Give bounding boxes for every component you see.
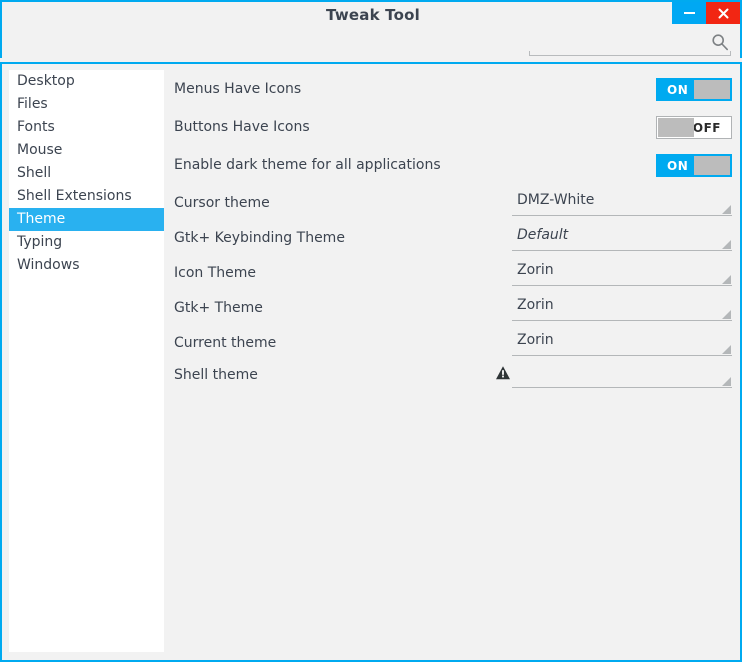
combo-value: Zorin xyxy=(517,332,554,348)
tweak-tool-window: Tweak Tool Desktop Files Fonts xyxy=(0,0,742,662)
sidebar-item-desktop[interactable]: Desktop xyxy=(9,70,164,93)
combo-underline xyxy=(512,387,732,388)
setting-row-gtk-keybinding-theme: Gtk+ Keybinding Theme Default xyxy=(165,223,740,255)
warning-triangle-icon xyxy=(495,365,511,381)
setting-label: Gtk+ Theme xyxy=(174,300,263,316)
combo-underline xyxy=(512,355,732,356)
combo-gtk-keybinding-theme[interactable]: Default xyxy=(512,225,732,251)
setting-row-cursor-theme: Cursor theme DMZ-White xyxy=(165,188,740,220)
toggle-menus-have-icons[interactable]: ON xyxy=(656,78,732,101)
setting-label: Current theme xyxy=(174,335,276,351)
sidebar: Desktop Files Fonts Mouse Shell Shell Ex… xyxy=(9,70,164,652)
setting-label: Icon Theme xyxy=(174,265,256,281)
setting-row-buttons-have-icons: Buttons Have Icons OFF xyxy=(165,112,740,144)
sidebar-item-theme[interactable]: Theme xyxy=(9,208,164,231)
sidebar-item-fonts[interactable]: Fonts xyxy=(9,116,164,139)
setting-row-enable-dark-theme: Enable dark theme for all applications O… xyxy=(165,150,740,182)
combo-current-theme[interactable]: Zorin xyxy=(512,330,732,356)
search-underline xyxy=(529,55,731,56)
minimize-icon xyxy=(684,12,695,14)
combo-value: Zorin xyxy=(517,297,554,313)
toggle-buttons-have-icons[interactable]: OFF xyxy=(656,116,732,139)
sidebar-item-windows[interactable]: Windows xyxy=(9,254,164,277)
toggle-state-label: ON xyxy=(657,159,688,173)
combo-underline xyxy=(512,215,732,216)
chevron-down-icon xyxy=(722,310,731,319)
chevron-down-icon xyxy=(722,377,731,386)
titlebar: Tweak Tool xyxy=(0,0,742,58)
minimize-button[interactable] xyxy=(672,2,706,24)
search-input[interactable] xyxy=(531,32,703,56)
setting-row-icon-theme: Icon Theme Zorin xyxy=(165,258,740,290)
toggle-knob xyxy=(658,118,694,137)
chevron-down-icon xyxy=(722,205,731,214)
setting-label: Menus Have Icons xyxy=(174,81,301,97)
setting-label: Gtk+ Keybinding Theme xyxy=(174,230,345,246)
sidebar-item-files[interactable]: Files xyxy=(9,93,164,116)
chevron-down-icon xyxy=(722,240,731,249)
search-icon[interactable] xyxy=(711,33,729,51)
toggle-knob xyxy=(694,80,730,99)
combo-underline xyxy=(512,320,732,321)
content-area: Desktop Files Fonts Mouse Shell Shell Ex… xyxy=(0,62,742,662)
settings-panel: Menus Have Icons ON Buttons Have Icons O… xyxy=(165,64,740,660)
toggle-enable-dark-theme[interactable]: ON xyxy=(656,154,732,177)
setting-row-current-theme: Current theme Zorin xyxy=(165,328,740,360)
sidebar-item-shell[interactable]: Shell xyxy=(9,162,164,185)
setting-row-menus-have-icons: Menus Have Icons ON xyxy=(165,74,740,106)
window-title: Tweak Tool xyxy=(2,6,742,24)
combo-value: Zorin xyxy=(517,262,554,278)
window-controls xyxy=(672,2,740,24)
sidebar-item-shell-extensions[interactable]: Shell Extensions xyxy=(9,185,164,208)
setting-row-shell-theme: Shell theme xyxy=(165,360,740,392)
combo-underline xyxy=(512,285,732,286)
combo-value: DMZ-White xyxy=(517,192,594,208)
toggle-state-label: ON xyxy=(657,83,688,97)
sidebar-item-mouse[interactable]: Mouse xyxy=(9,139,164,162)
toggle-state-label: OFF xyxy=(693,121,731,135)
toggle-knob xyxy=(694,156,730,175)
close-icon xyxy=(718,8,729,19)
setting-row-gtk-theme: Gtk+ Theme Zorin xyxy=(165,293,740,325)
combo-icon-theme[interactable]: Zorin xyxy=(512,260,732,286)
setting-label: Buttons Have Icons xyxy=(174,119,310,135)
chevron-down-icon xyxy=(722,275,731,284)
combo-cursor-theme[interactable]: DMZ-White xyxy=(512,190,732,216)
combo-value: Default xyxy=(517,227,568,243)
setting-label: Enable dark theme for all applications xyxy=(174,157,441,173)
setting-label: Shell theme xyxy=(174,367,258,383)
combo-gtk-theme[interactable]: Zorin xyxy=(512,295,732,321)
combo-shell-theme[interactable] xyxy=(512,362,732,388)
search-box[interactable] xyxy=(529,32,731,56)
chevron-down-icon xyxy=(722,345,731,354)
combo-underline xyxy=(512,250,732,251)
setting-label: Cursor theme xyxy=(174,195,270,211)
sidebar-item-typing[interactable]: Typing xyxy=(9,231,164,254)
close-button[interactable] xyxy=(706,2,740,24)
